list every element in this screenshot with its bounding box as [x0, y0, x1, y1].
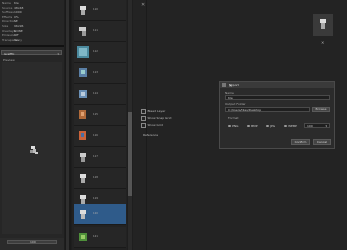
- reference-thumbnail[interactable]: [313, 14, 333, 36]
- dialog-titlebar[interactable]: Export ✕: [220, 82, 334, 88]
- tile-item[interactable]: 112: [74, 42, 126, 63]
- checkbox-label: Show Snap Grid: [147, 116, 172, 121]
- name-value: tile: [228, 95, 233, 100]
- confirm-button[interactable]: Confirm: [291, 139, 310, 145]
- sprite-thumbnail: [79, 131, 86, 140]
- name-input[interactable]: tile: [225, 95, 330, 100]
- tile-item[interactable]: 116: [74, 126, 126, 147]
- tile-item-selected[interactable]: 120: [74, 204, 126, 225]
- show-grid-checkbox[interactable]: Show Grid: [141, 123, 163, 128]
- reference-label: Reference: [143, 133, 159, 137]
- format-label: Format: [228, 116, 239, 120]
- property-row: Transparency Yes: [2, 38, 62, 43]
- scale-dropdown[interactable]: 100 ▾: [304, 123, 330, 128]
- radio-label: JPG: [270, 124, 276, 128]
- checkbox-label: Show Grid: [147, 123, 163, 128]
- close-icon[interactable]: ✕: [229, 83, 331, 88]
- sprite-thumbnail: [79, 68, 87, 77]
- tile-label: 114: [93, 92, 98, 95]
- format-radio-jpg[interactable]: JPG: [266, 124, 275, 128]
- browse-button[interactable]: Browse: [312, 107, 330, 112]
- properties-list: Name tile Source 48x48 Suffixes 1000 Effect…: [2, 1, 62, 42]
- tile-item[interactable]: 117: [74, 147, 126, 168]
- radio-dot[interactable]: [266, 124, 269, 128]
- tile-item[interactable]: 110: [74, 0, 126, 21]
- show-snap-grid-checkbox[interactable]: Show Snap Grid: [141, 116, 171, 121]
- export-dialog: Export ✕ Name tile Output Folder C:/User…: [219, 81, 335, 149]
- tile-label: 112: [93, 50, 98, 53]
- sprite-thumbnail: [79, 90, 87, 98]
- tile-item[interactable]: 114: [74, 84, 126, 105]
- radio-label: WEBP: [288, 124, 297, 128]
- bleed-layer-checkbox[interactable]: Bleed Layer: [141, 109, 165, 114]
- scrollbar-thumb[interactable]: [128, 112, 132, 196]
- radio-label: PNG: [232, 124, 239, 128]
- sprite-thumbnail: [79, 27, 86, 36]
- tile-label: 116: [93, 134, 98, 137]
- property-key: Transparency: [2, 37, 23, 42]
- format-radio-png[interactable]: PNG: [228, 124, 238, 128]
- app-icon: [222, 83, 226, 87]
- close-icon[interactable]: ✕: [141, 2, 145, 8]
- sprite-thumbnail: [80, 6, 86, 15]
- close-icon[interactable]: ✕: [321, 40, 324, 45]
- tile-item[interactable]: 111: [74, 21, 126, 42]
- tile-item[interactable]: 121: [74, 227, 126, 248]
- tile-label: 117: [93, 155, 98, 158]
- tile-label: 110: [93, 8, 98, 11]
- zoom-value: 100: [30, 240, 36, 244]
- scale-value: 100: [307, 123, 313, 128]
- tile-label: 111: [93, 29, 98, 32]
- format-radio-bmp[interactable]: BMP: [247, 124, 258, 128]
- tile-label: 119: [93, 197, 98, 200]
- tile-label: 121: [93, 235, 98, 238]
- checkbox-box[interactable]: [141, 123, 146, 128]
- tags-dropdown-value: Graffiti: [4, 51, 15, 56]
- sprite-thumbnail: [79, 233, 87, 241]
- tile-item[interactable]: 118: [74, 168, 126, 189]
- preview-sprite-image: [30, 146, 38, 154]
- radio-dot-selected[interactable]: [284, 124, 287, 128]
- cancel-button[interactable]: Cancel: [313, 139, 331, 145]
- sprite-thumbnail: [77, 46, 89, 58]
- category-scrollbar[interactable]: [66, 0, 69, 250]
- tile-label: 120: [93, 212, 98, 215]
- tile-label: 113: [93, 71, 98, 74]
- tile-label: 115: [93, 113, 98, 116]
- tile-label: 118: [93, 176, 98, 179]
- checkbox-box[interactable]: [141, 109, 146, 114]
- output-folder-value: C:/Users/tiles/Desktop: [228, 107, 262, 112]
- radio-dot[interactable]: [228, 124, 231, 128]
- tile-item[interactable]: 113: [74, 63, 126, 84]
- tags-dropdown[interactable]: Graffiti ▾: [1, 50, 62, 56]
- chevron-down-icon: ▾: [325, 123, 327, 128]
- output-folder-label: Output Folder: [225, 102, 246, 106]
- checkbox-label: Bleed Layer: [147, 109, 166, 114]
- radio-label: BMP: [251, 124, 258, 128]
- chevron-down-icon: ▾: [57, 51, 59, 56]
- sprite-thumbnail: [80, 153, 86, 162]
- checkbox-box[interactable]: [141, 116, 146, 121]
- sprite-thumbnail: [80, 174, 86, 183]
- format-radio-webp[interactable]: WEBP: [284, 124, 297, 128]
- output-folder-input[interactable]: C:/Users/tiles/Desktop: [225, 107, 310, 112]
- property-value: Yes: [14, 37, 19, 42]
- sprite-thumbnail: [80, 210, 86, 219]
- radio-dot[interactable]: [247, 124, 250, 128]
- sprite-thumbnail: [79, 110, 86, 119]
- panel-divider: [0, 45, 64, 47]
- tile-item[interactable]: 115: [74, 105, 126, 126]
